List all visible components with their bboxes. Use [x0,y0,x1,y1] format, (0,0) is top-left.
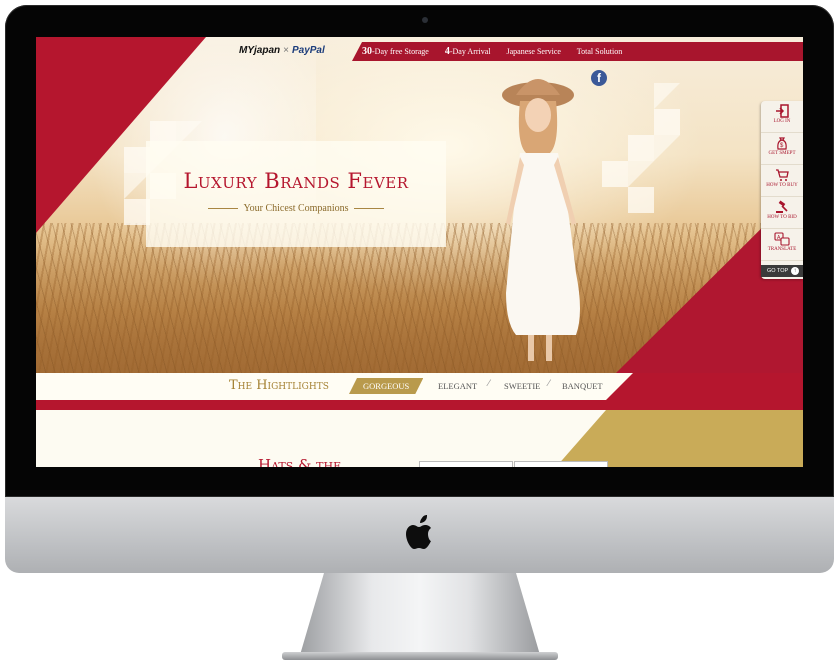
side-menu: LOG IN $ GET SMEPT HOW TO BUY HOW TO BID… [761,101,803,279]
highlights-red-accent [606,373,803,400]
apple-logo-icon [406,515,431,549]
pattern-triangle [654,135,680,161]
arrow-up-icon: ↑ [791,267,799,275]
facebook-icon[interactable]: f [591,70,607,86]
logo-cross: × [283,45,289,56]
side-item-label: LOG IN [773,119,791,124]
login-icon [776,104,789,118]
side-item-how-to-bid[interactable]: HOW TO BID [761,197,803,229]
tab-sweetie[interactable]: SWEETIE [504,378,540,394]
nav-item-arrival[interactable]: 4-Day Arrival [445,46,491,57]
nav-item-japanese-service[interactable]: Japanese Service [507,47,561,56]
tab-gorgeous[interactable]: GORGEOUS [349,378,423,394]
website-screen: Luxury Brands Fever Your Chicest Compani… [36,37,803,467]
hero-title-panel: Luxury Brands Fever Your Chicest Compani… [146,141,446,247]
money-bag-icon: $ [777,137,787,150]
nav-item-storage[interactable]: 30-Day free Storage [362,46,429,57]
pattern-square [654,109,680,135]
go-top-button[interactable]: GO TOP ↑ [761,265,803,277]
side-item-label: HOW TO BID [767,215,797,220]
nav-item-arrival-label: -Day Arrival [449,47,491,56]
product-thumbnail[interactable] [514,461,608,467]
hero-subtitle: Your Chicest Companions [146,203,446,214]
pattern-triangle [628,161,654,187]
myjapan-logo: MYjapan [239,45,281,56]
pattern-square [628,135,654,161]
side-item-get-smept[interactable]: $ GET SMEPT [761,133,803,165]
monitor-foot [282,652,558,660]
tab-divider: ⁄ [548,379,550,389]
red-divider-band [36,400,803,410]
hero-title: Luxury Brands Fever [183,169,409,193]
nav-item-total-solution[interactable]: Total Solution [577,47,622,56]
geometric-pattern-right [576,83,776,223]
gavel-icon [776,200,788,213]
hero-banner: Luxury Brands Fever Your Chicest Compani… [36,37,803,373]
cart-icon [776,169,789,181]
side-item-login[interactable]: LOG IN [761,101,803,133]
monitor-stand [300,573,540,655]
pattern-square [602,161,628,187]
tab-divider: ⁄ [488,379,490,389]
tab-banquet[interactable]: BANQUET [562,378,603,394]
nav-item-storage-number: 30 [362,46,372,57]
side-item-label: HOW TO BUY [766,183,798,188]
tab-elegant[interactable]: ELEGANT [438,378,477,394]
section-title: Hats & the [258,456,342,468]
translate-icon: A [774,232,790,246]
site-logo[interactable]: MYjapan × PayPal [239,45,325,56]
go-top-label: GO TOP [767,268,789,274]
side-item-how-to-buy[interactable]: HOW TO BUY [761,165,803,197]
svg-text:$: $ [780,143,784,149]
highlights-bar: The Hightlights GORGEOUS ELEGANT ⁄ SWEET… [36,373,803,400]
nav-links: 30-Day free Storage 4-Day Arrival Japane… [362,46,636,57]
paypal-logo: PayPal [291,45,325,56]
top-navigation: MYjapan × PayPal 30-Day free Storage 4-Day… [36,37,803,61]
side-item-translate[interactable]: A TRANSLATE [761,229,803,261]
side-item-label: TRANSLATE [767,247,797,252]
product-thumbnail[interactable] [419,461,513,467]
camera-dot [422,17,428,23]
pattern-square [628,187,654,213]
nav-item-storage-label: -Day free Storage [372,47,429,56]
highlights-title: The Hightlights [229,378,329,393]
hero-subtitle-text: Your Chicest Companions [243,203,349,214]
side-item-label: GET SMEPT [768,151,796,156]
pattern-triangle [654,83,680,109]
